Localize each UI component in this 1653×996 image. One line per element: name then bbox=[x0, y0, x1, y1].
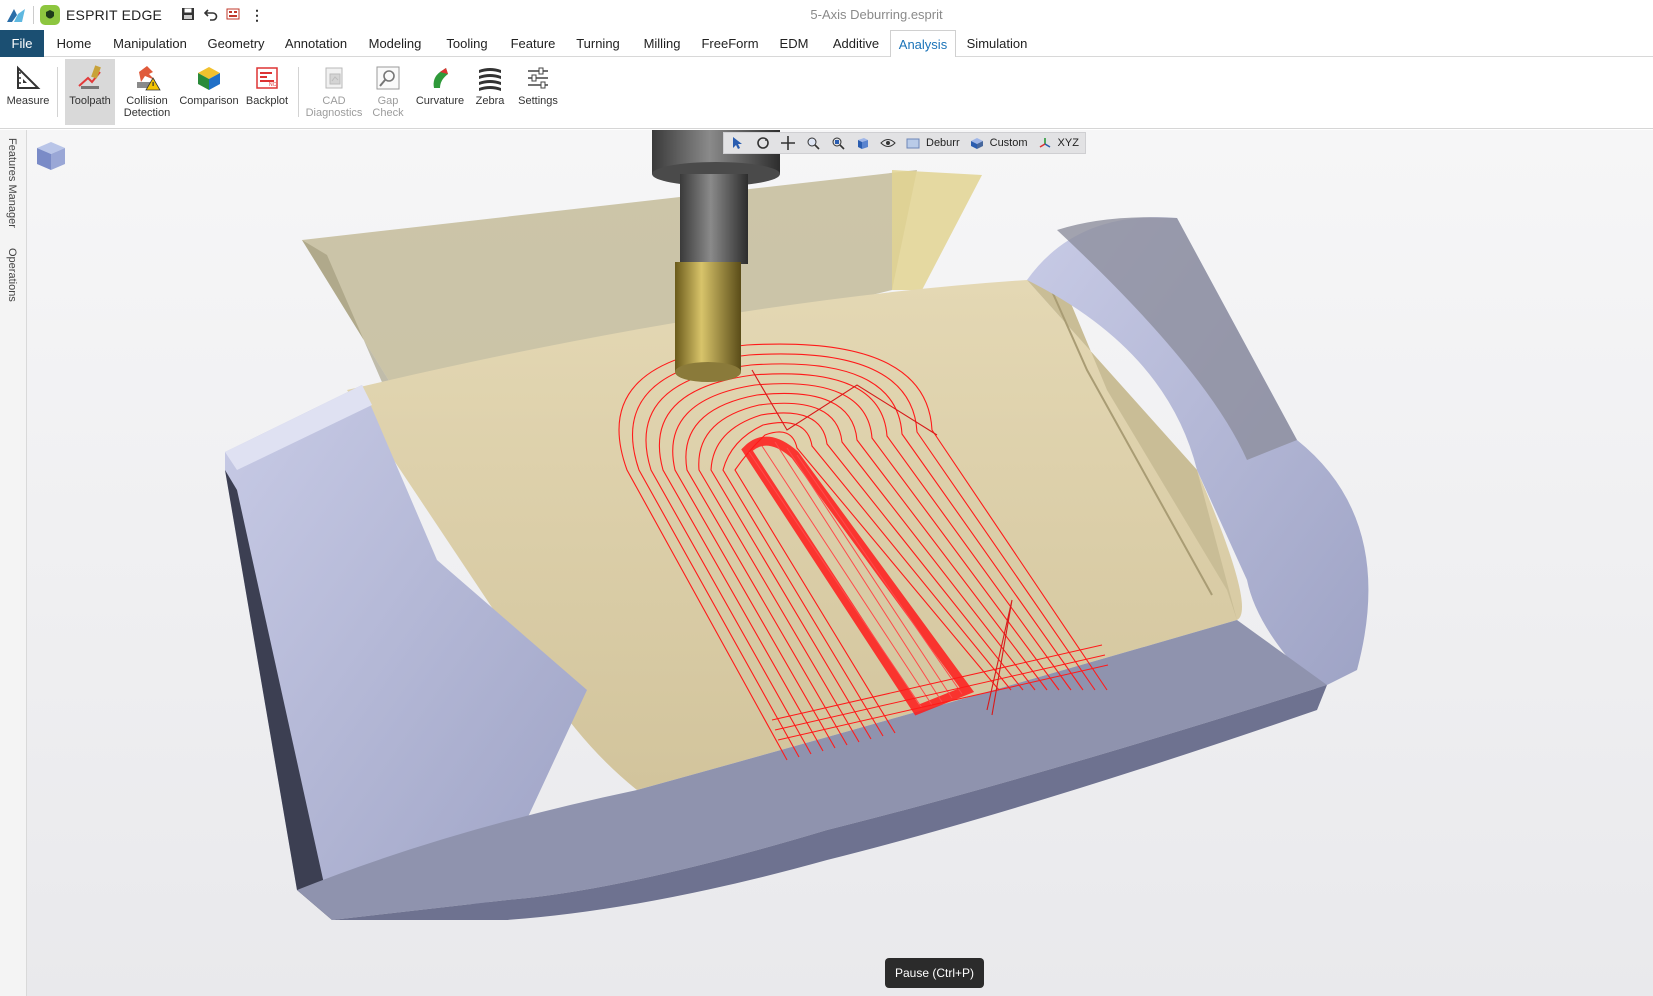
zebra-label: Zebra bbox=[475, 95, 505, 107]
view-toolbar: Deburr Custom XYZ bbox=[723, 132, 1086, 154]
more-options-icon[interactable]: ⋮ bbox=[250, 7, 264, 24]
collision-label-line2: Detection bbox=[123, 107, 171, 119]
zebra-icon bbox=[479, 68, 501, 91]
measure-label: Measure bbox=[6, 95, 50, 107]
tab-edm[interactable]: EDM bbox=[774, 30, 814, 57]
pause-tooltip: Pause (Ctrl+P) bbox=[885, 958, 985, 988]
graphics-viewport[interactable]: Deburr Custom XYZ Pause (Ctrl+P) bbox=[27, 130, 1653, 996]
app-name: ESPRIT EDGE bbox=[66, 7, 163, 23]
operations-tab[interactable]: Operations bbox=[6, 248, 18, 302]
cad-diagnostics-icon bbox=[325, 67, 343, 89]
deburr-view-icon[interactable] bbox=[905, 135, 921, 151]
undo-icon[interactable] bbox=[203, 7, 218, 24]
settings-button[interactable]: Settings bbox=[514, 59, 562, 125]
measure-button[interactable]: Measure bbox=[4, 59, 52, 125]
zoom-fit-icon[interactable] bbox=[830, 135, 846, 151]
custom-view-icon[interactable] bbox=[969, 135, 985, 151]
shaded-view-icon[interactable] bbox=[855, 135, 871, 151]
deburr-view-label[interactable]: Deburr bbox=[926, 137, 960, 149]
comparison-label: Comparison bbox=[179, 95, 239, 107]
save-icon[interactable] bbox=[181, 7, 195, 24]
cad-diagnostics-label-line1: CAD bbox=[322, 95, 346, 107]
zebra-button[interactable]: Zebra bbox=[470, 59, 510, 125]
toolpath-label: Toolpath bbox=[69, 95, 111, 107]
tab-geometry[interactable]: Geometry bbox=[204, 30, 268, 57]
rotate-icon[interactable] bbox=[755, 135, 771, 151]
collision-label-line1: Collision bbox=[126, 95, 168, 107]
tab-analysis[interactable]: Analysis bbox=[890, 30, 956, 58]
part-model-scene[interactable] bbox=[27, 130, 1653, 996]
back-wall-gold-face bbox=[892, 170, 982, 290]
tab-freeform[interactable]: FreeForm bbox=[700, 30, 760, 57]
view-cube-icon[interactable] bbox=[31, 136, 71, 176]
tab-manipulation[interactable]: Manipulation bbox=[110, 30, 190, 57]
comparison-button[interactable]: Comparison bbox=[178, 59, 240, 125]
tab-feature[interactable]: Feature bbox=[508, 30, 558, 57]
tab-file[interactable]: File bbox=[0, 30, 44, 57]
curvature-icon bbox=[433, 68, 448, 88]
toolpath-button[interactable]: Toolpath bbox=[65, 59, 115, 125]
xyz-view-label[interactable]: XYZ bbox=[1058, 137, 1079, 149]
measure-icon bbox=[17, 65, 41, 89]
tab-simulation[interactable]: Simulation bbox=[964, 30, 1030, 57]
custom-view-label[interactable]: Custom bbox=[990, 137, 1028, 149]
features-manager-tab[interactable]: Features Manager bbox=[6, 138, 18, 228]
backplot-button[interactable]: NC Backplot bbox=[242, 59, 292, 125]
cad-diagnostics-label-line2: Diagnostics bbox=[305, 107, 363, 119]
document-title: 5-Axis Deburring.esprit bbox=[810, 7, 943, 22]
tab-modeling[interactable]: Modeling bbox=[364, 30, 426, 57]
tab-tooling[interactable]: Tooling bbox=[440, 30, 494, 57]
gap-check-label-line1: Gap bbox=[377, 95, 399, 107]
esprit-logo-icon bbox=[7, 9, 25, 22]
tab-home[interactable]: Home bbox=[52, 30, 96, 57]
ribbon-divider bbox=[298, 67, 299, 117]
ribbon-divider bbox=[57, 67, 58, 117]
svg-text:NC: NC bbox=[269, 82, 277, 88]
report-icon[interactable] bbox=[226, 7, 240, 24]
tab-annotation[interactable]: Annotation bbox=[282, 30, 350, 57]
collision-detection-icon bbox=[137, 66, 161, 91]
side-panel: Features Manager Operations bbox=[0, 130, 27, 996]
select-icon[interactable] bbox=[730, 135, 746, 151]
tab-milling[interactable]: Milling bbox=[638, 30, 686, 57]
gap-check-button[interactable]: Gap Check bbox=[368, 59, 408, 125]
curvature-button[interactable]: Curvature bbox=[414, 59, 466, 125]
zoom-window-icon[interactable] bbox=[805, 135, 821, 151]
gap-check-label-line2: Check bbox=[372, 107, 404, 119]
collision-detection-button[interactable]: Collision Detection bbox=[119, 59, 175, 125]
title-bar: ESPRIT EDGE ⋮ 5-Axis Deburring.esprit bbox=[0, 0, 1653, 30]
xyz-axes-icon[interactable] bbox=[1037, 135, 1053, 151]
gap-check-icon bbox=[376, 66, 400, 90]
backplot-label: Backplot bbox=[245, 95, 289, 107]
settings-icon bbox=[528, 67, 548, 89]
cad-diagnostics-button[interactable]: CAD Diagnostics bbox=[304, 59, 364, 125]
ribbon: Measure Toolpath Collision Detection Com… bbox=[0, 57, 1653, 129]
tab-additive[interactable]: Additive bbox=[828, 30, 884, 57]
visibility-icon[interactable] bbox=[880, 135, 896, 151]
settings-label: Settings bbox=[518, 95, 558, 107]
esprit-edge-logo-icon bbox=[40, 5, 60, 25]
comparison-icon bbox=[198, 67, 220, 90]
menu-bar: File Home Manipulation Geometry Annotati… bbox=[0, 30, 1653, 58]
divider bbox=[33, 6, 34, 24]
pan-icon[interactable] bbox=[780, 135, 796, 151]
backplot-icon: NC bbox=[256, 67, 278, 89]
tab-turning[interactable]: Turning bbox=[572, 30, 624, 57]
curvature-label: Curvature bbox=[415, 95, 465, 107]
toolpath-icon bbox=[78, 65, 101, 89]
